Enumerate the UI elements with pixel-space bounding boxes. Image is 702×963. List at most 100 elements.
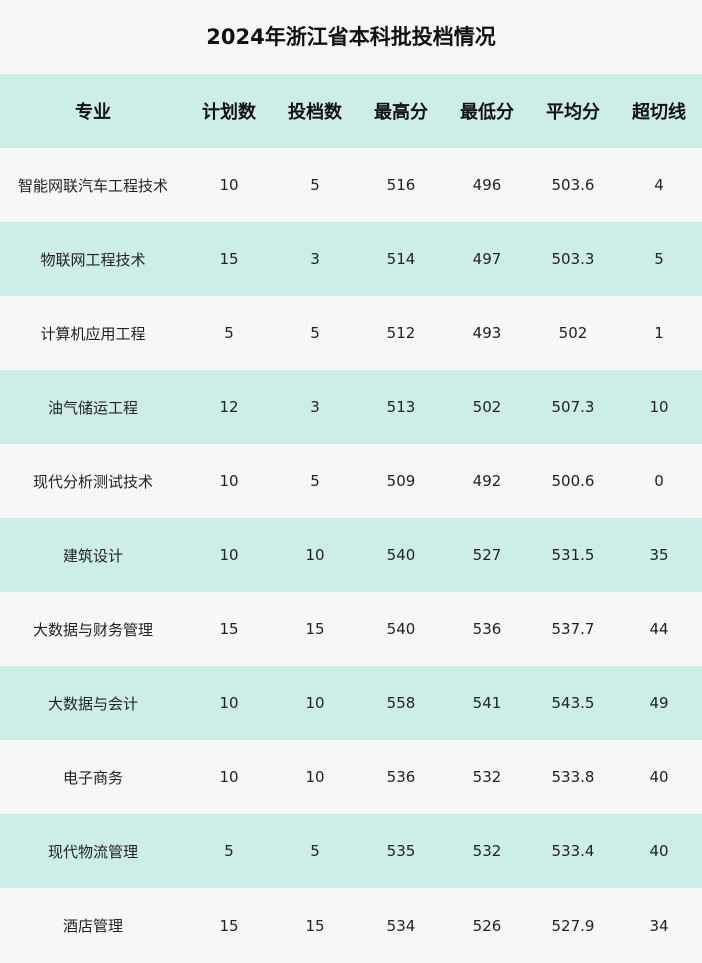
cell-above-cutoff: 1 — [654, 324, 664, 342]
cell-admitted-count: 10 — [305, 546, 325, 564]
cell-min-score: 496 — [472, 176, 502, 194]
cell-avg-score: 531.5 — [551, 546, 595, 564]
cell-above-cutoff: 44 — [649, 620, 669, 638]
cell-major: 大数据与会计 — [47, 694, 138, 713]
cell-above-cutoff: 34 — [649, 916, 669, 935]
table-row: 油气储运工程 12 3 513 502 507.3 10 — [0, 370, 702, 444]
header-avg-score: 平均分 — [546, 102, 600, 123]
cell-major: 智能网联汽车工程技术 — [17, 176, 168, 195]
cell-min-score: 532 — [472, 842, 502, 860]
cell-major: 计算机应用工程 — [40, 324, 146, 343]
cell-plan-count: 10 — [219, 546, 239, 564]
cell-admitted-count: 10 — [305, 694, 325, 712]
header-plan-count: 计划数 — [202, 102, 256, 123]
cell-plan-count: 10 — [219, 768, 239, 786]
cell-max-score: 535 — [386, 842, 416, 860]
header-max-score: 最高分 — [374, 102, 428, 123]
cell-min-score: 541 — [472, 694, 502, 712]
cell-min-score: 527 — [472, 546, 502, 564]
cell-max-score: 534 — [386, 916, 416, 935]
cell-plan-count: 10 — [219, 176, 239, 194]
header-major: 专业 — [75, 102, 111, 123]
cell-above-cutoff: 40 — [649, 768, 669, 786]
cell-max-score: 514 — [386, 250, 416, 268]
table-body: 智能网联汽车工程技术 10 5 516 496 503.6 4 物联网工程技术 15 3 514 49… — [0, 148, 702, 963]
cell-avg-score: 543.5 — [551, 694, 595, 712]
table-row: 计算机应用工程 5 5 512 493 502 1 — [0, 296, 702, 370]
cell-major: 现代分析测试技术 — [32, 472, 153, 491]
cell-plan-count: 12 — [219, 398, 239, 416]
cell-max-score: 516 — [386, 176, 416, 194]
table-row: 电子商务 10 10 536 532 533.8 40 — [0, 740, 702, 814]
cell-admitted-count: 10 — [305, 768, 325, 786]
cell-above-cutoff: 49 — [649, 694, 669, 712]
cell-plan-count: 10 — [219, 472, 239, 490]
cell-avg-score: 533.4 — [551, 842, 595, 860]
cell-max-score: 512 — [386, 324, 416, 342]
cell-max-score: 509 — [386, 472, 416, 490]
cell-avg-score: 500.6 — [551, 472, 595, 490]
cell-above-cutoff: 5 — [654, 250, 664, 268]
cell-major: 酒店管理 — [62, 917, 123, 935]
cell-max-score: 540 — [386, 620, 416, 638]
cell-above-cutoff: 35 — [649, 546, 669, 564]
page-title: 2024年浙江省本科批投档情况 — [0, 0, 702, 74]
cell-avg-score: 503.3 — [551, 250, 595, 268]
cell-above-cutoff: 40 — [649, 842, 669, 860]
cell-major: 电子商务 — [62, 768, 123, 787]
cell-admitted-count: 5 — [310, 176, 320, 194]
cell-max-score: 540 — [386, 546, 416, 564]
cell-min-score: 526 — [472, 916, 502, 935]
header-above-cutoff: 超切线 — [632, 102, 686, 123]
cell-min-score: 502 — [472, 398, 502, 416]
cell-plan-count: 5 — [224, 842, 234, 860]
cell-admitted-count: 3 — [310, 250, 320, 268]
cell-plan-count: 5 — [224, 324, 234, 342]
cell-min-score: 497 — [472, 250, 502, 268]
cell-admitted-count: 5 — [310, 472, 320, 490]
cell-admitted-count: 15 — [305, 620, 325, 638]
header-min-score: 最低分 — [460, 102, 514, 123]
cell-min-score: 493 — [472, 324, 502, 342]
admission-table: 专业 计划数 投档数 最高分 最低分 平均分 超切线 智能网联汽车工程技术 10 5… — [0, 74, 702, 963]
cell-min-score: 536 — [472, 620, 502, 638]
cell-above-cutoff: 10 — [649, 398, 669, 416]
table-row: 现代分析测试技术 10 5 509 492 500.6 0 — [0, 444, 702, 518]
cell-plan-count: 10 — [219, 694, 239, 712]
table-row: 物联网工程技术 15 3 514 497 503.3 5 — [0, 222, 702, 296]
cell-major: 现代物流管理 — [47, 842, 138, 861]
table-row: 酒店管理 15 15 534 526 527.9 34 — [0, 888, 702, 963]
cell-admitted-count: 15 — [305, 916, 325, 935]
cell-max-score: 558 — [386, 694, 416, 712]
cell-admitted-count: 5 — [310, 324, 320, 342]
cell-admitted-count: 5 — [310, 842, 320, 860]
table-row: 大数据与会计 10 10 558 541 543.5 49 — [0, 666, 702, 740]
table-row: 建筑设计 10 10 540 527 531.5 35 — [0, 518, 702, 592]
cell-plan-count: 15 — [219, 250, 239, 268]
cell-avg-score: 533.8 — [551, 768, 595, 786]
cell-plan-count: 15 — [219, 916, 239, 935]
cell-avg-score: 503.6 — [551, 176, 595, 194]
cell-avg-score: 507.3 — [551, 398, 595, 416]
cell-major: 物联网工程技术 — [40, 250, 146, 269]
cell-min-score: 492 — [472, 472, 502, 490]
table-row: 大数据与财务管理 15 15 540 536 537.7 44 — [0, 592, 702, 666]
cell-max-score: 536 — [386, 768, 416, 786]
table-row: 智能网联汽车工程技术 10 5 516 496 503.6 4 — [0, 148, 702, 222]
cell-plan-count: 15 — [219, 620, 239, 638]
cell-avg-score: 502 — [558, 324, 588, 342]
cell-max-score: 513 — [386, 398, 416, 416]
cell-admitted-count: 3 — [310, 398, 320, 416]
cell-min-score: 532 — [472, 768, 502, 786]
table-header-row: 专业 计划数 投档数 最高分 最低分 平均分 超切线 — [0, 74, 702, 148]
cell-above-cutoff: 4 — [654, 176, 664, 194]
table-row: 现代物流管理 5 5 535 532 533.4 40 — [0, 814, 702, 888]
cell-avg-score: 527.9 — [551, 916, 595, 935]
cell-major: 大数据与财务管理 — [32, 620, 153, 639]
cell-major: 建筑设计 — [62, 546, 123, 565]
admission-report: 2024年浙江省本科批投档情况 专业 计划数 投档数 最高分 最低分 平均分 超… — [0, 0, 702, 963]
cell-avg-score: 537.7 — [551, 620, 595, 638]
cell-major: 油气储运工程 — [47, 398, 138, 417]
cell-above-cutoff: 0 — [654, 472, 664, 490]
header-admitted-count: 投档数 — [288, 102, 342, 123]
